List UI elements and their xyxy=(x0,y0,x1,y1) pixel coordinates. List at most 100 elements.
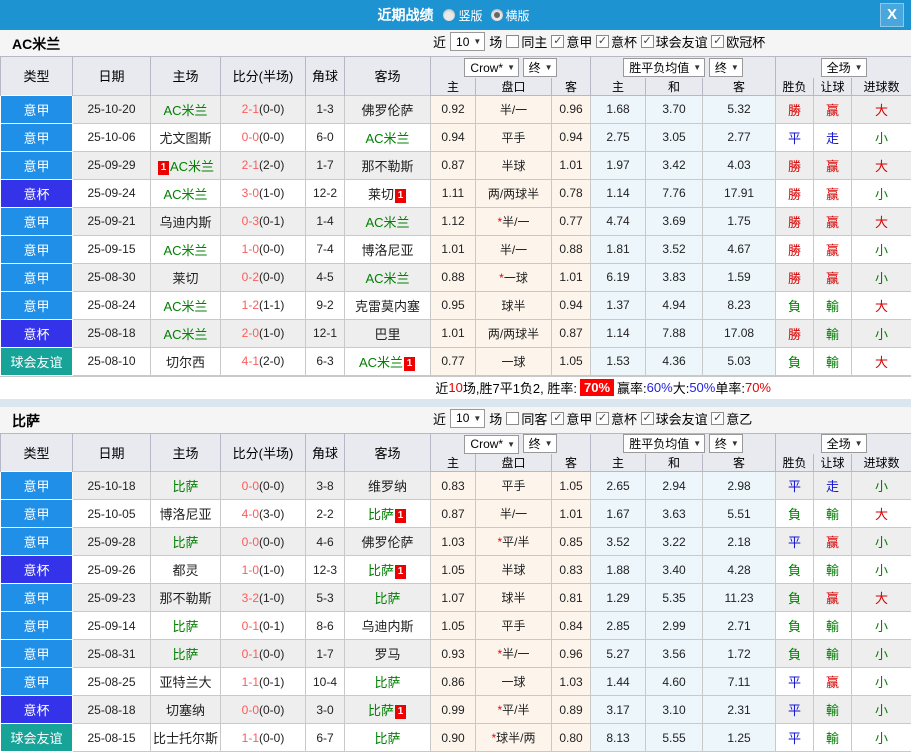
scope-select[interactable]: 全场 ▼ xyxy=(820,57,867,77)
result-handicap: 赢 xyxy=(813,178,853,208)
result-goals: 大 xyxy=(851,583,911,612)
odds-away-value: 1.03 xyxy=(550,667,592,696)
scope-select[interactable]: 全场 ▼ xyxy=(820,434,867,454)
league-checkbox[interactable]: ✓ 欧冠杯 xyxy=(711,32,765,51)
league-badge: 意甲 xyxy=(0,94,73,124)
league-checkbox-label: 意乙 xyxy=(726,411,753,427)
league-checkbox[interactable]: ✓ 意乙 xyxy=(711,409,752,428)
col-date: 日期 xyxy=(72,432,151,472)
result-wdl: 勝 xyxy=(775,206,815,236)
avg-home-value: 1.88 xyxy=(590,555,647,584)
games-label: 场 xyxy=(489,35,503,50)
odds-away-value: 0.88 xyxy=(550,234,592,264)
radio-horizontal-layout[interactable]: 横版 xyxy=(490,7,530,24)
avg-stage-select[interactable]: 终 ▼ xyxy=(708,57,743,77)
league-checkbox[interactable]: ✓ 意杯 xyxy=(595,409,637,428)
odds-home-value: 1.03 xyxy=(430,527,476,556)
col-avg-away: 客 xyxy=(702,77,777,96)
league-filter-list: ✓ 意甲 ✓ 意杯 ✓ 球会友谊 ✓ 欧冠杯 xyxy=(551,32,765,51)
pisa-results-table: 类型 日期 主场 比分(半场) 角球 客场 Crow* ▼ 终 ▼ 胜平负均值 ▼ 终… xyxy=(0,432,911,752)
avg-draw-value: 3.63 xyxy=(645,499,704,528)
result-goals: 小 xyxy=(851,234,911,264)
close-icon[interactable]: X xyxy=(880,3,904,27)
odds-home-value: 0.90 xyxy=(430,723,476,752)
match-date: 25-09-15 xyxy=(72,234,151,264)
score-cell: 0-1(0-0) xyxy=(220,639,306,668)
checkbox-checked-icon[interactable]: ✓ xyxy=(595,35,609,48)
odds-away-value: 0.96 xyxy=(550,94,592,124)
checkbox-icon[interactable] xyxy=(506,35,520,48)
col-odds-home: 主 xyxy=(430,77,476,96)
league-checkbox[interactable]: ✓ 球会友谊 xyxy=(640,409,708,428)
avg-select[interactable]: 胜平负均值 ▼ xyxy=(623,434,706,454)
checkbox-checked-icon[interactable]: ✓ xyxy=(640,35,654,48)
col-result-handicap: 让球 xyxy=(813,77,853,96)
odds-stage-select[interactable]: 终 ▼ xyxy=(522,434,557,453)
avg-home-value: 8.13 xyxy=(590,723,647,752)
league-badge: 意甲 xyxy=(0,527,73,556)
match-date: 25-10-20 xyxy=(72,94,151,124)
result-wdl: 平 xyxy=(775,667,815,696)
avg-stage-select[interactable]: 终 ▼ xyxy=(708,434,743,454)
odds-stage-select[interactable]: 终 ▼ xyxy=(522,57,557,77)
radio-icon[interactable] xyxy=(443,9,456,21)
league-checkbox[interactable]: ✓ 球会友谊 xyxy=(640,32,708,51)
company-select[interactable]: Crow* ▼ xyxy=(464,58,520,77)
checkbox-checked-icon[interactable]: ✓ xyxy=(551,411,565,425)
company-select[interactable]: Crow* ▼ xyxy=(464,434,520,454)
result-handicap: 赢 xyxy=(813,206,853,236)
checkbox-checked-icon[interactable]: ✓ xyxy=(595,411,609,425)
avg-away-value: 4.67 xyxy=(702,234,777,264)
same-away-checkbox[interactable]: 同客 xyxy=(506,409,547,428)
score-cell: 0-1(0-1) xyxy=(220,611,306,640)
avg-draw-value: 3.56 xyxy=(645,639,704,668)
same-home-checkbox[interactable]: 同主 xyxy=(506,32,547,51)
avg-away-value: 2.98 xyxy=(702,471,777,500)
odds-away-value: 0.94 xyxy=(550,290,592,320)
odds-away-value: 0.84 xyxy=(550,611,592,640)
handicap-value: *半/一 xyxy=(475,206,552,236)
result-goals: 小 xyxy=(851,639,911,668)
checkbox-checked-icon[interactable]: ✓ xyxy=(711,411,725,425)
checkbox-checked-icon[interactable]: ✓ xyxy=(551,35,565,48)
match-count-select[interactable]: 10 ▼ xyxy=(450,408,486,428)
same-home-label: 同主 xyxy=(521,35,548,50)
league-checkbox[interactable]: ✓ 意杯 xyxy=(595,32,637,51)
radio-vertical-layout[interactable]: 竖版 xyxy=(443,7,483,24)
col-avg-draw: 和 xyxy=(645,454,704,472)
table-row: 意甲 25-09-29 1 AC米兰 2-1(2-0) 1-7 那不勒斯 0.87… xyxy=(0,150,911,180)
league-checkbox-label: 意杯 xyxy=(610,411,637,427)
handicap-value: 球半 xyxy=(475,290,552,320)
home-team: AC米兰 xyxy=(150,290,221,320)
radio-vertical-label: 竖版 xyxy=(458,8,483,23)
checkbox-icon[interactable] xyxy=(506,411,520,425)
home-team: 亚特兰大 xyxy=(150,667,221,696)
avg-home-value: 1.29 xyxy=(590,583,647,612)
home-team: 比萨 xyxy=(150,471,221,500)
avg-away-value: 11.23 xyxy=(702,583,777,612)
odds-group-header: Crow* ▼ 终 ▼ xyxy=(429,432,592,454)
avg-select[interactable]: 胜平负均值 ▼ xyxy=(623,57,706,77)
away-team: 佛罗伦萨 xyxy=(344,94,431,124)
match-count-select[interactable]: 10 ▼ xyxy=(450,32,486,51)
corner-count: 4-5 xyxy=(305,262,345,292)
league-checkbox-label: 欧冠杯 xyxy=(726,35,766,50)
home-team: 1 AC米兰 xyxy=(150,150,221,180)
odds-away-value: 1.01 xyxy=(550,262,592,292)
avg-home-value: 1.97 xyxy=(590,150,647,180)
league-checkbox[interactable]: ✓ 意甲 xyxy=(551,409,592,428)
avg-home-value: 1.67 xyxy=(590,499,647,528)
chevron-down-icon: ▼ xyxy=(854,62,863,72)
result-handicap: 輸 xyxy=(813,555,853,584)
away-team: AC米兰 1 xyxy=(344,346,431,376)
odds-home-value: 0.93 xyxy=(430,639,476,668)
checkbox-checked-icon[interactable]: ✓ xyxy=(640,411,654,425)
league-checkbox[interactable]: ✓ 意甲 xyxy=(551,32,592,51)
checkbox-checked-icon[interactable]: ✓ xyxy=(711,35,725,48)
radio-selected-icon[interactable] xyxy=(490,9,503,21)
avg-home-value: 1.14 xyxy=(590,178,647,208)
avg-draw-value: 4.94 xyxy=(645,290,704,320)
result-wdl: 平 xyxy=(775,471,815,500)
corner-count: 9-2 xyxy=(305,290,345,320)
match-date: 25-08-18 xyxy=(72,695,151,724)
